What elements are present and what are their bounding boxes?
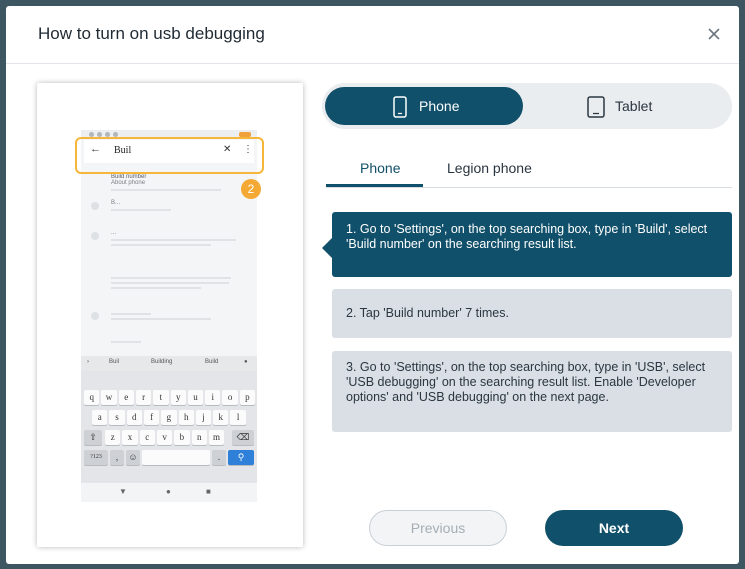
tablet-device-label: Tablet (615, 98, 653, 114)
keyboard-space-key (142, 450, 210, 465)
keyboard-key-q: q (84, 390, 100, 405)
tab-legion-phone[interactable]: Legion phone (447, 160, 532, 176)
phone-icon (393, 96, 407, 118)
keyboard-key-o: o (222, 390, 238, 405)
keyboard-key-z: z (105, 430, 121, 445)
keyboard-key-j: j (195, 410, 212, 425)
step-card-2: 2. Tap 'Build number' 7 times. (332, 289, 732, 338)
tab-phone[interactable]: Phone (360, 160, 400, 176)
close-icon (708, 28, 720, 40)
keyboard-search-icon: ⚲ (228, 450, 254, 465)
highlight-step-badge: 2 (241, 179, 261, 199)
phone-search-results: Build number About phone B... ... (81, 170, 257, 354)
phone-screenshot: ← Buil ✕ ⋮ Build number About phone B... (81, 130, 257, 502)
phone-device-label: Phone (419, 98, 460, 114)
tablet-icon (587, 96, 605, 118)
step-1-text: 1. Go to 'Settings', on the top searchin… (346, 222, 708, 251)
highlight-box (75, 137, 264, 174)
keyboard-key-h: h (178, 410, 194, 425)
keyboard-comma-key: , (110, 450, 124, 465)
keyboard-key-g: g (161, 410, 177, 425)
keyboard-key-b: b (174, 430, 190, 445)
keyboard-key-u: u (187, 390, 204, 405)
keyboard-key-c: c (139, 430, 155, 445)
tablet-device-button[interactable]: Tablet (531, 87, 729, 125)
phone-result-item: B... (111, 200, 201, 211)
keyboard-backspace-icon: ⌫ (232, 430, 254, 445)
step-card-1: 1. Go to 'Settings', on the top searchin… (322, 212, 732, 277)
phone-keyboard: qwertyuiopasdfghjklzxcvbnm ⇧ ⌫ ?123 , ☺ … (81, 371, 257, 483)
nav-home-icon: ● (166, 487, 171, 496)
phone-nav-bar: ▼ ● ■ (81, 484, 257, 502)
keyboard-key-p: p (239, 390, 256, 405)
phone-result-item: Build number About phone (111, 174, 231, 191)
step-card-3: 3. Go to 'Settings', on the top searchin… (332, 351, 732, 432)
keyboard-key-s: s (109, 410, 125, 425)
keyboard-key-m: m (208, 430, 225, 445)
next-button[interactable]: Next (545, 510, 683, 546)
step-3-text: 3. Go to 'Settings', on the top searchin… (346, 360, 706, 404)
close-button[interactable] (703, 23, 725, 45)
keyboard-key-r: r (135, 390, 152, 405)
keyboard-emoji-icon: ☺ (126, 450, 140, 465)
keyboard-key-n: n (191, 430, 207, 445)
keyboard-key-w: w (101, 390, 117, 405)
nav-recents-icon: ■ (206, 487, 211, 496)
keyboard-key-f: f (143, 410, 160, 425)
nav-back-icon: ▼ (119, 487, 127, 496)
step-2-text: 2. Tap 'Build number' 7 times. (346, 306, 509, 320)
keyboard-key-i: i (205, 390, 221, 405)
keyboard-key-d: d (126, 410, 142, 425)
keyboard-symbols-key: ?123 (84, 450, 108, 465)
previous-button[interactable]: Previous (369, 510, 507, 546)
keyboard-key-k: k (213, 410, 229, 425)
keyboard-key-x: x (122, 430, 138, 445)
phone-device-button[interactable]: Phone (325, 87, 523, 125)
keyboard-shift-icon: ⇧ (84, 430, 102, 445)
dialog-header: How to turn on usb debugging (6, 6, 739, 64)
keyboard-key-l: l (230, 410, 246, 425)
phone-result-item: ... (111, 230, 241, 246)
device-type-toggle: Phone Tablet (322, 83, 732, 129)
keyboard-key-a: a (92, 410, 108, 425)
dialog-title: How to turn on usb debugging (38, 24, 265, 43)
mic-icon: ● (244, 359, 248, 365)
keyboard-key-y: y (170, 390, 186, 405)
keyboard-period-key: . (212, 450, 226, 465)
phone-instruction-image: ← Buil ✕ ⋮ Build number About phone B... (37, 83, 303, 547)
active-tab-indicator (326, 184, 423, 187)
keyboard-key-v: v (156, 430, 173, 445)
keyboard-key-e: e (118, 390, 134, 405)
step-pointer-arrow (322, 238, 332, 258)
keyboard-key-t: t (153, 390, 169, 405)
usb-debugging-dialog: How to turn on usb debugging ← Buil ✕ ⋮ (6, 6, 739, 564)
phone-keyboard-suggestions: › Buil Building Build ● (81, 356, 257, 371)
phone-type-tabs: Phone Legion phone (326, 146, 732, 188)
